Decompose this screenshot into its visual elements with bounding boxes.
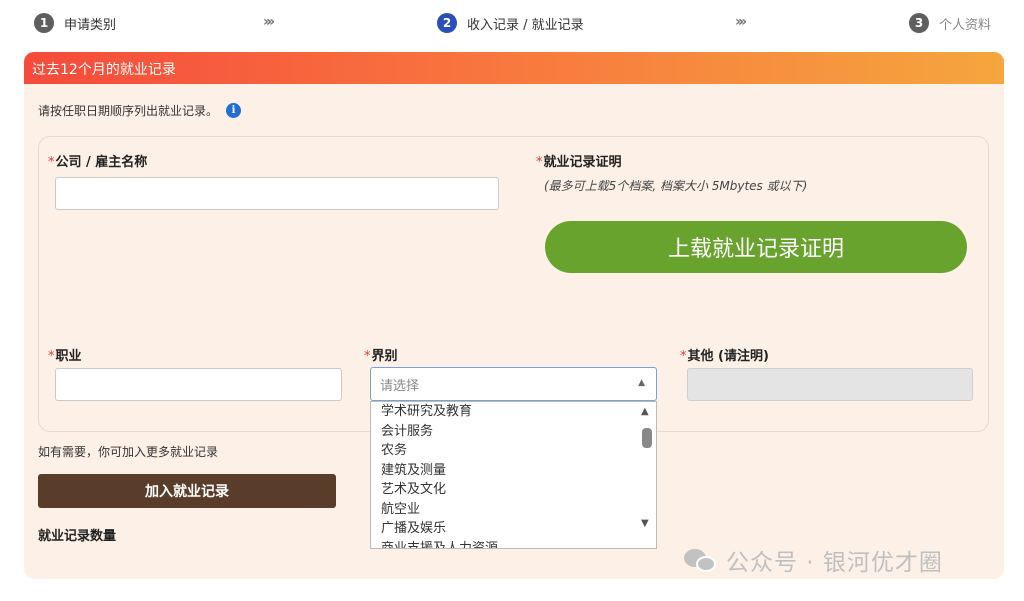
employment-record-panel: 过去12个月的就业记录 请按任职日期顺序列出就业记录。 i *公司 / 雇主名称… bbox=[24, 52, 1004, 579]
occupation-input[interactable] bbox=[55, 368, 342, 401]
required-mark: * bbox=[48, 155, 55, 170]
industry-select-placeholder: 请选择 bbox=[380, 379, 420, 394]
scroll-up-arrow-icon[interactable]: ▲ bbox=[641, 406, 649, 417]
upload-proof-button[interactable]: 上载就业记录证明 bbox=[545, 221, 967, 273]
info-icon[interactable]: i bbox=[226, 103, 242, 118]
step-3-number: 3 bbox=[909, 13, 929, 33]
chevron-right-icon: »» bbox=[735, 14, 747, 30]
industry-option[interactable]: 商业支援及人力资源 bbox=[371, 539, 656, 549]
add-employment-record-button[interactable]: 加入就业记录 bbox=[38, 474, 336, 508]
caret-up-icon: ▲ bbox=[638, 378, 645, 388]
industry-option[interactable]: 农务 bbox=[371, 441, 656, 461]
scroll-down-arrow-icon[interactable]: ▼ bbox=[641, 518, 649, 529]
proof-label: *就业记录证明 bbox=[536, 151, 622, 170]
industry-option[interactable]: 航空业 bbox=[371, 500, 656, 520]
other-label-text: 其他 (请注明) bbox=[687, 349, 769, 364]
proof-label-text: 就业记录证明 bbox=[543, 155, 622, 170]
section-title: 过去12个月的就业记录 bbox=[24, 52, 1004, 84]
record-count-label: 就业记录数量 bbox=[38, 529, 117, 544]
step-1-number: 1 bbox=[34, 13, 54, 33]
industry-option[interactable]: 广播及娱乐 bbox=[371, 519, 656, 539]
industry-option[interactable]: 建筑及测量 bbox=[371, 461, 656, 481]
industry-option[interactable]: 会计服务 bbox=[371, 422, 656, 442]
step-2-label: 收入记录 / 就业记录 bbox=[467, 17, 584, 33]
industry-select[interactable]: 请选择 ▲ bbox=[370, 367, 657, 401]
occupation-label: *职业 bbox=[48, 345, 82, 364]
watermark: 公众号 · 银河优才圈 bbox=[684, 543, 943, 577]
industry-dropdown-list: 学术研究及教育 会计服务 农务 建筑及测量 艺术及文化 航空业 广播及娱乐 商业… bbox=[370, 401, 657, 549]
occupation-label-text: 职业 bbox=[55, 349, 82, 364]
required-mark: * bbox=[680, 349, 687, 364]
dropdown-scrollbar[interactable]: ▲ ▼ bbox=[638, 402, 656, 548]
step-1-label: 申请类别 bbox=[64, 17, 117, 33]
proof-hint: (最多可上载5个档案, 档案大小 5Mbytes 或以下) bbox=[544, 179, 808, 193]
required-mark: * bbox=[536, 155, 543, 170]
wechat-icon bbox=[684, 547, 718, 573]
scrollbar-thumb[interactable] bbox=[642, 428, 652, 448]
industry-label: *界别 bbox=[364, 345, 398, 364]
company-name-input[interactable] bbox=[55, 177, 499, 210]
chevron-right-icon: »» bbox=[263, 14, 275, 30]
industry-option[interactable]: 学术研究及教育 bbox=[371, 402, 656, 422]
other-label: *其他 (请注明) bbox=[680, 345, 769, 364]
watermark-text: 公众号 · 银河优才圈 bbox=[726, 550, 943, 576]
step-3-label: 个人资料 bbox=[939, 17, 992, 33]
intro-text: 请按任职日期顺序列出就业记录。 bbox=[38, 104, 219, 118]
step-2: 2 收入记录 / 就业记录 bbox=[437, 13, 584, 33]
other-specify-input[interactable] bbox=[687, 368, 973, 401]
add-more-hint: 如有需要，你可加入更多就业记录 bbox=[38, 445, 219, 459]
step-3: 3 个人资料 bbox=[909, 13, 991, 33]
step-progress-bar: 1 申请类别 »» 2 收入记录 / 就业记录 »» 3 个人资料 bbox=[0, 0, 1024, 50]
company-label-text: 公司 / 雇主名称 bbox=[55, 155, 148, 170]
intro-row: 请按任职日期顺序列出就业记录。 i bbox=[38, 102, 242, 119]
required-mark: * bbox=[364, 349, 371, 364]
industry-label-text: 界别 bbox=[371, 349, 398, 364]
step-2-number: 2 bbox=[437, 13, 457, 33]
step-1: 1 申请类别 bbox=[34, 13, 116, 33]
required-mark: * bbox=[48, 349, 55, 364]
industry-option[interactable]: 艺术及文化 bbox=[371, 480, 656, 500]
company-label: *公司 / 雇主名称 bbox=[48, 151, 147, 170]
